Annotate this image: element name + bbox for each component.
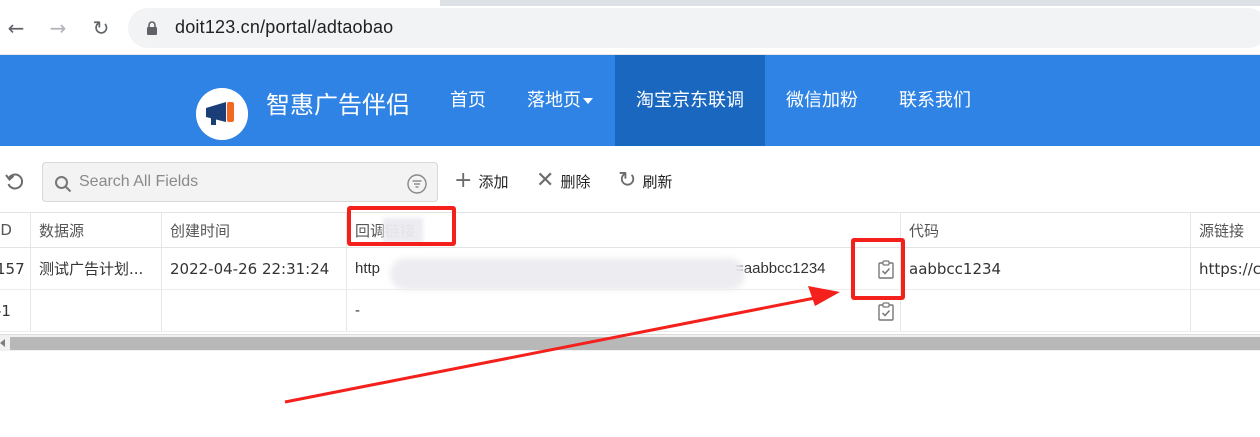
scrollbar-thumb[interactable] <box>10 337 1260 350</box>
add-label: 添加 <box>478 172 509 191</box>
cell-callback[interactable]: - <box>347 290 901 331</box>
cell-source-link[interactable] <box>1191 290 1260 331</box>
nav-wechat-fans[interactable]: 微信加粉 <box>772 55 872 146</box>
refresh-button[interactable]: ↻ 刷新 <box>618 168 672 194</box>
callback-suffix: =aabbcc1234 <box>735 260 826 277</box>
delete-button[interactable]: ✕ 删除 <box>536 168 590 194</box>
column-header-created[interactable]: 创建时间 <box>162 213 347 247</box>
cell-code <box>901 290 1191 331</box>
column-header-id[interactable]: ID <box>0 213 31 247</box>
reload-icon[interactable]: ↻ <box>88 15 114 41</box>
cell-created <box>162 290 347 331</box>
search-icon <box>55 176 72 193</box>
annotation-highlight-callback-header <box>347 206 456 246</box>
nav-landing-label: 落地页 <box>527 90 581 111</box>
address-bar[interactable]: doit123.cn/portal/adtaobao <box>128 8 1260 48</box>
cell-code: aabbcc1234 <box>901 248 1191 289</box>
search-input[interactable] <box>79 169 399 195</box>
nav-home[interactable]: 首页 <box>436 55 500 146</box>
grid-header: ID 数据源 创建时间 回调链接 代码 源链接 <box>0 212 1260 248</box>
browser-toolbar: ← → ↻ doit123.cn/portal/adtaobao <box>0 0 1260 55</box>
horizontal-scrollbar[interactable] <box>0 334 1260 351</box>
table-row[interactable]: -1 - <box>0 290 1260 332</box>
cell-source <box>31 290 162 331</box>
cell-id: -1 <box>0 290 31 331</box>
brand-name[interactable]: 智惠广告伴侣 <box>266 85 410 120</box>
cell-id: 157 <box>0 248 31 289</box>
column-header-code[interactable]: 代码 <box>901 213 1191 247</box>
cell-source: 测试广告计划... <box>31 248 162 289</box>
megaphone-logo-icon[interactable] <box>196 88 248 140</box>
nav-contact[interactable]: 联系我们 <box>882 55 988 146</box>
lock-icon <box>147 21 157 35</box>
scroll-left-arrow-icon[interactable] <box>0 339 5 347</box>
nav-taobao-jd-callback[interactable]: 淘宝京东联调 <box>615 55 765 146</box>
nav-landing-page[interactable]: 落地页 <box>514 55 606 146</box>
filter-icon[interactable] <box>407 174 427 194</box>
refresh-label: 刷新 <box>642 172 673 191</box>
cell-created: 2022-04-26 22:31:24 <box>162 248 347 289</box>
forward-icon[interactable]: → <box>45 15 71 41</box>
cell-source-link[interactable]: https://c <box>1191 248 1260 289</box>
back-icon[interactable]: ← <box>3 15 29 41</box>
grid-toolbar: + 添加 ✕ 删除 ↻ 刷新 <box>0 146 1260 212</box>
annotation-highlight-copy-icon <box>851 238 905 300</box>
column-header-source[interactable]: 数据源 <box>31 213 162 247</box>
refresh-icon: ↻ <box>618 168 637 193</box>
chevron-down-icon <box>583 98 593 104</box>
tab-strip <box>0 0 1260 6</box>
clipboard-copy-icon[interactable] <box>878 302 894 321</box>
site-navbar: 智惠广告伴侣 首页 落地页 淘宝京东联调 微信加粉 联系我们 <box>0 55 1260 146</box>
redaction-blur <box>390 258 745 290</box>
reset-icon[interactable] <box>4 170 26 192</box>
column-header-source-link[interactable]: 源链接 <box>1191 213 1260 247</box>
plus-icon: + <box>454 168 473 193</box>
data-grid: ID 数据源 创建时间 回调链接 代码 源链接 157 测试广告计划... 20… <box>0 212 1260 337</box>
add-button[interactable]: + 添加 <box>454 168 508 194</box>
url-text: doit123.cn/portal/adtaobao <box>175 17 394 37</box>
close-icon: ✕ <box>536 168 555 193</box>
callback-prefix: - <box>355 302 360 319</box>
delete-label: 删除 <box>560 172 591 191</box>
active-tab[interactable] <box>0 0 440 6</box>
search-box[interactable] <box>42 162 438 202</box>
